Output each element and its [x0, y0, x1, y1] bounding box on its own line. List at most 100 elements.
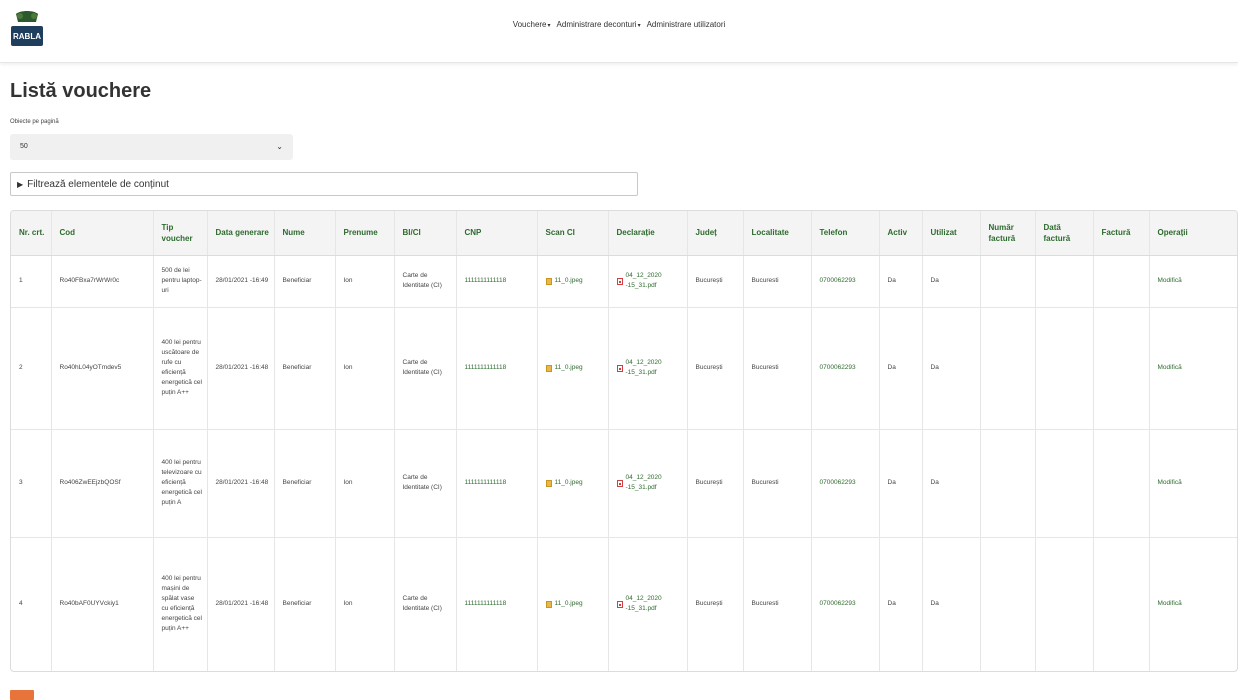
column-header: Prenume: [335, 211, 395, 256]
cell-nr: 2: [11, 307, 52, 430]
cell-data: 28/01/2021 -16:48: [207, 307, 275, 430]
per-page-select[interactable]: 50 ⌄: [10, 134, 293, 160]
image-file-icon: [545, 600, 552, 608]
file-name: 11_0.jpeg: [554, 277, 583, 284]
pdf-file-icon: [616, 364, 623, 372]
cell-text: 0700062293: [819, 479, 856, 486]
cell-utilizat: Da: [922, 537, 981, 671]
cell-nume: Beneficiar: [274, 307, 336, 430]
cell-judet: București: [687, 255, 744, 308]
modify-button[interactable]: Modifică: [1158, 479, 1182, 486]
nav-item-label: Administrare utilizatori: [646, 20, 726, 29]
modify-button[interactable]: Modifică: [1158, 600, 1182, 607]
scan-ci-link[interactable]: 11_0.jpeg: [545, 276, 604, 286]
nav-item-label: Administrare deconturi: [556, 20, 637, 29]
cell-bici: Carte de Identitate (CI): [394, 429, 457, 538]
nav-item-0[interactable]: Vouchere▾: [513, 20, 551, 29]
cell-numar-factura: [980, 429, 1036, 538]
cell-prenume: Ion: [335, 255, 395, 308]
cell-text: 400 lei pentru uscătoare de rufe cu efic…: [161, 339, 202, 396]
cell-text: Da: [887, 364, 896, 371]
cell-localitate: Bucuresti: [743, 307, 812, 430]
column-header: Nr. crt.: [11, 211, 52, 256]
cell-text: Beneficiar: [282, 364, 312, 371]
cell-text: Da: [887, 479, 896, 486]
cell-tip: 400 lei pentru mașini de spălat vase cu …: [153, 537, 208, 671]
cell-data: 28/01/2021 -16:49: [207, 255, 275, 308]
cell-text: București: [695, 479, 723, 486]
cell-judet: București: [687, 537, 744, 671]
column-header: Localitate: [743, 211, 812, 256]
declaration-link[interactable]: 04_12_2020 -15_31.pdf: [616, 594, 683, 614]
declaration-link[interactable]: 04_12_2020 -15_31.pdf: [616, 473, 683, 493]
nav-item-2[interactable]: Administrare utilizatori: [647, 20, 726, 29]
cell-cod: Ro40bAF0UYVckiy1: [51, 537, 154, 671]
column-header: Activ: [879, 211, 923, 256]
cell-cod: Ro40FBxa7rWrWr0c: [51, 255, 154, 308]
cell-tip: 400 lei pentru uscătoare de rufe cu efic…: [153, 307, 208, 430]
cell-utilizat: Da: [922, 307, 981, 430]
scan-ci-link[interactable]: 11_0.jpeg: [545, 599, 604, 609]
image-file-icon: [545, 364, 552, 372]
cell-text: București: [695, 364, 723, 371]
cell-text: Carte de Identitate (CI): [402, 474, 442, 491]
filter-toggle[interactable]: ▶ Filtrează elementele de conținut: [10, 172, 638, 196]
cell-telefon: 0700062293: [811, 255, 880, 308]
cell-data-factura: [1035, 537, 1094, 671]
cell-factura: [1093, 255, 1150, 308]
cell-text: 1111111111118: [464, 479, 507, 486]
pdf-file-icon: [616, 277, 623, 285]
cell-cnp: 1111111111118: [456, 537, 538, 671]
table-row: 4 Ro40bAF0UYVckiy1 400 lei pentru mașini d…: [11, 537, 1237, 671]
cell-text: 0700062293: [819, 600, 856, 608]
cell-scan: 11_0.jpeg: [537, 429, 609, 538]
cell-text: Beneficiar: [282, 600, 312, 608]
column-header: CNP: [456, 211, 538, 256]
cell-text: Bucuresti: [751, 600, 779, 608]
cell-judet: București: [687, 307, 744, 430]
filter-label: Filtrează elementele de conținut: [27, 179, 169, 190]
nav-item-1[interactable]: Administrare deconturi▾: [557, 20, 641, 29]
triangle-right-icon: ▶: [17, 180, 24, 189]
image-file-icon: [545, 479, 552, 487]
cell-decl: 04_12_2020 -15_31.pdf: [608, 429, 688, 538]
modify-button[interactable]: Modifică: [1158, 277, 1182, 284]
cell-text: 1111111111118: [464, 277, 507, 284]
cell-text: Da: [930, 364, 939, 371]
cell-text: Ion: [343, 600, 353, 608]
cell-factura: [1093, 429, 1150, 538]
logo-text: RABLA: [13, 32, 41, 41]
cell-telefon: 0700062293: [811, 307, 880, 430]
cell-scan: 11_0.jpeg: [537, 255, 609, 308]
bottom-icon: [10, 690, 34, 700]
cell-numar-factura: [980, 255, 1036, 308]
image-file-icon: [545, 277, 552, 285]
cell-nr: 4: [11, 537, 52, 671]
cell-cod: Ro40hL04yOTmdev5: [51, 307, 154, 430]
file-name: 04_12_2020 -15_31.pdf: [625, 595, 662, 613]
declaration-link[interactable]: 04_12_2020 -15_31.pdf: [616, 271, 683, 291]
column-header: Cod: [51, 211, 154, 256]
scan-ci-link[interactable]: 11_0.jpeg: [545, 363, 604, 373]
scan-ci-link[interactable]: 11_0.jpeg: [545, 478, 604, 488]
column-header: Dată factură: [1035, 211, 1094, 256]
main-nav: Vouchere▾ Administrare deconturi▾ Administ…: [0, 20, 1238, 29]
cell-nume: Beneficiar: [274, 429, 336, 538]
cell-text: București: [695, 600, 723, 608]
cell-localitate: Bucuresti: [743, 537, 812, 671]
cell-decl: 04_12_2020 -15_31.pdf: [608, 307, 688, 430]
file-name: 04_12_2020 -15_31.pdf: [625, 359, 662, 376]
modify-button[interactable]: Modifică: [1158, 364, 1182, 371]
cell-nr: 1: [11, 255, 52, 308]
column-header: Scan CI: [537, 211, 609, 256]
column-header: BI/CI: [394, 211, 457, 256]
declaration-link[interactable]: 04_12_2020 -15_31.pdf: [616, 358, 683, 378]
cell-text: Bucuresti: [751, 277, 779, 284]
caret-down-icon: ▾: [547, 23, 551, 29]
column-header: Factură: [1093, 211, 1150, 256]
cell-utilizat: Da: [922, 429, 981, 538]
cell-cnp: 1111111111118: [456, 255, 538, 308]
cell-utilizat: Da: [922, 255, 981, 308]
file-name: 04_12_2020 -15_31.pdf: [625, 474, 662, 491]
rabla-logo[interactable]: RABLA: [8, 10, 46, 48]
